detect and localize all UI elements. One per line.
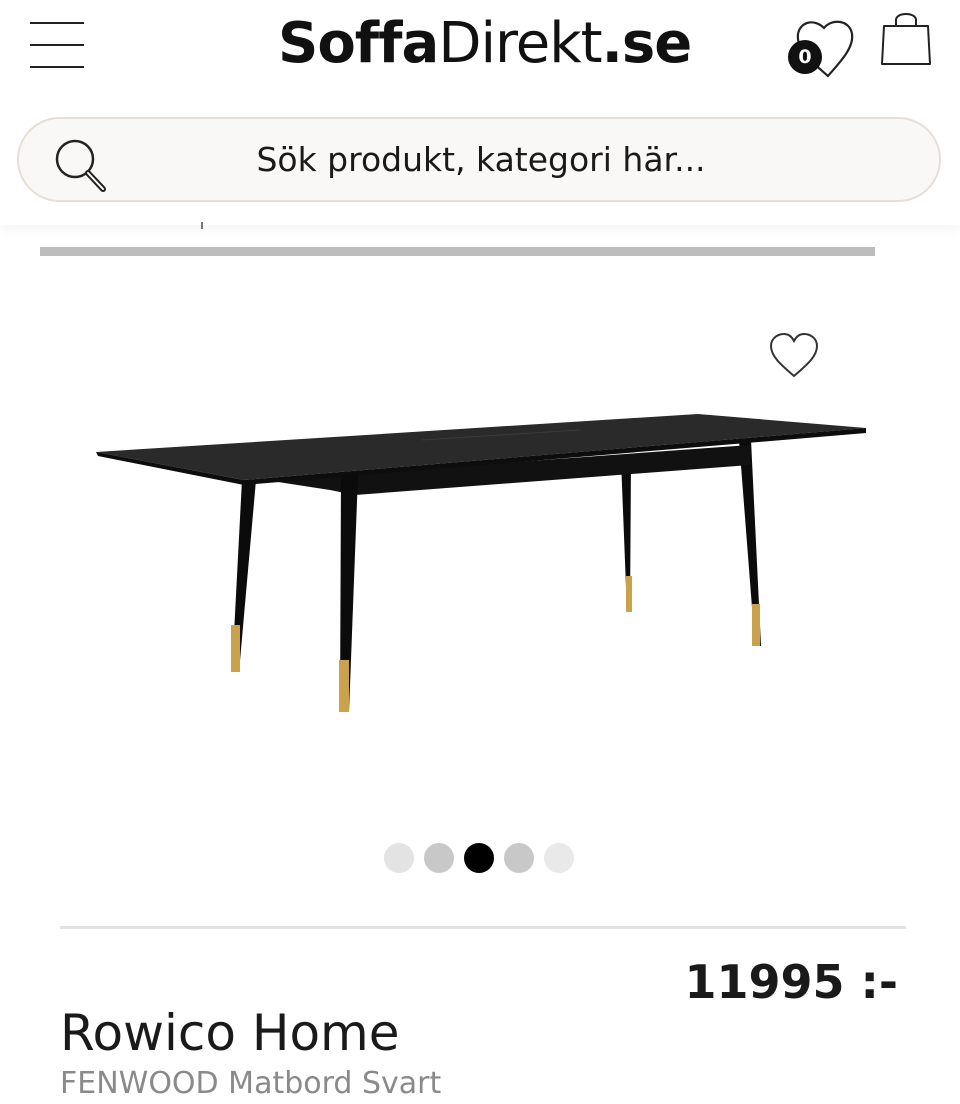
gallery-dot-2[interactable] <box>424 843 454 873</box>
logo-part-bold: Soffa <box>278 11 439 76</box>
gallery-dot-4[interactable] <box>504 843 534 873</box>
gallery-dot-3[interactable] <box>464 843 494 873</box>
search-input[interactable]: Sök produkt, kategori här... <box>19 119 943 201</box>
site-logo[interactable]: SoffaDirekt.se <box>278 8 693 80</box>
gallery-dot-5[interactable] <box>544 843 574 873</box>
scroll-marker <box>201 222 203 229</box>
shopping-bag-icon <box>881 13 931 65</box>
product-price: 11995 :- <box>684 955 898 1009</box>
add-to-favorites-button[interactable] <box>768 332 820 380</box>
search-bar[interactable]: Sök produkt, kategori här... <box>17 117 941 202</box>
cart-button[interactable] <box>878 8 934 70</box>
product-brand[interactable]: Rowico Home <box>60 1000 400 1066</box>
gallery-progress-bar <box>40 247 875 256</box>
menu-icon[interactable] <box>30 22 84 70</box>
divider <box>60 926 906 929</box>
site-header: SoffaDirekt.se 0 Sök produkt, kategori h… <box>0 0 960 225</box>
favorite-heart-icon <box>769 332 819 378</box>
gallery-dot-1[interactable] <box>384 843 414 873</box>
logo-part-regular: Direkt <box>438 11 602 76</box>
gallery-dots <box>384 843 584 875</box>
logo-part-suffix: .se <box>601 11 693 76</box>
product-name: FENWOOD Matbord Svart <box>60 1066 442 1101</box>
wishlist-count-badge: 0 <box>788 40 822 74</box>
wishlist-button[interactable]: 0 <box>788 14 858 78</box>
